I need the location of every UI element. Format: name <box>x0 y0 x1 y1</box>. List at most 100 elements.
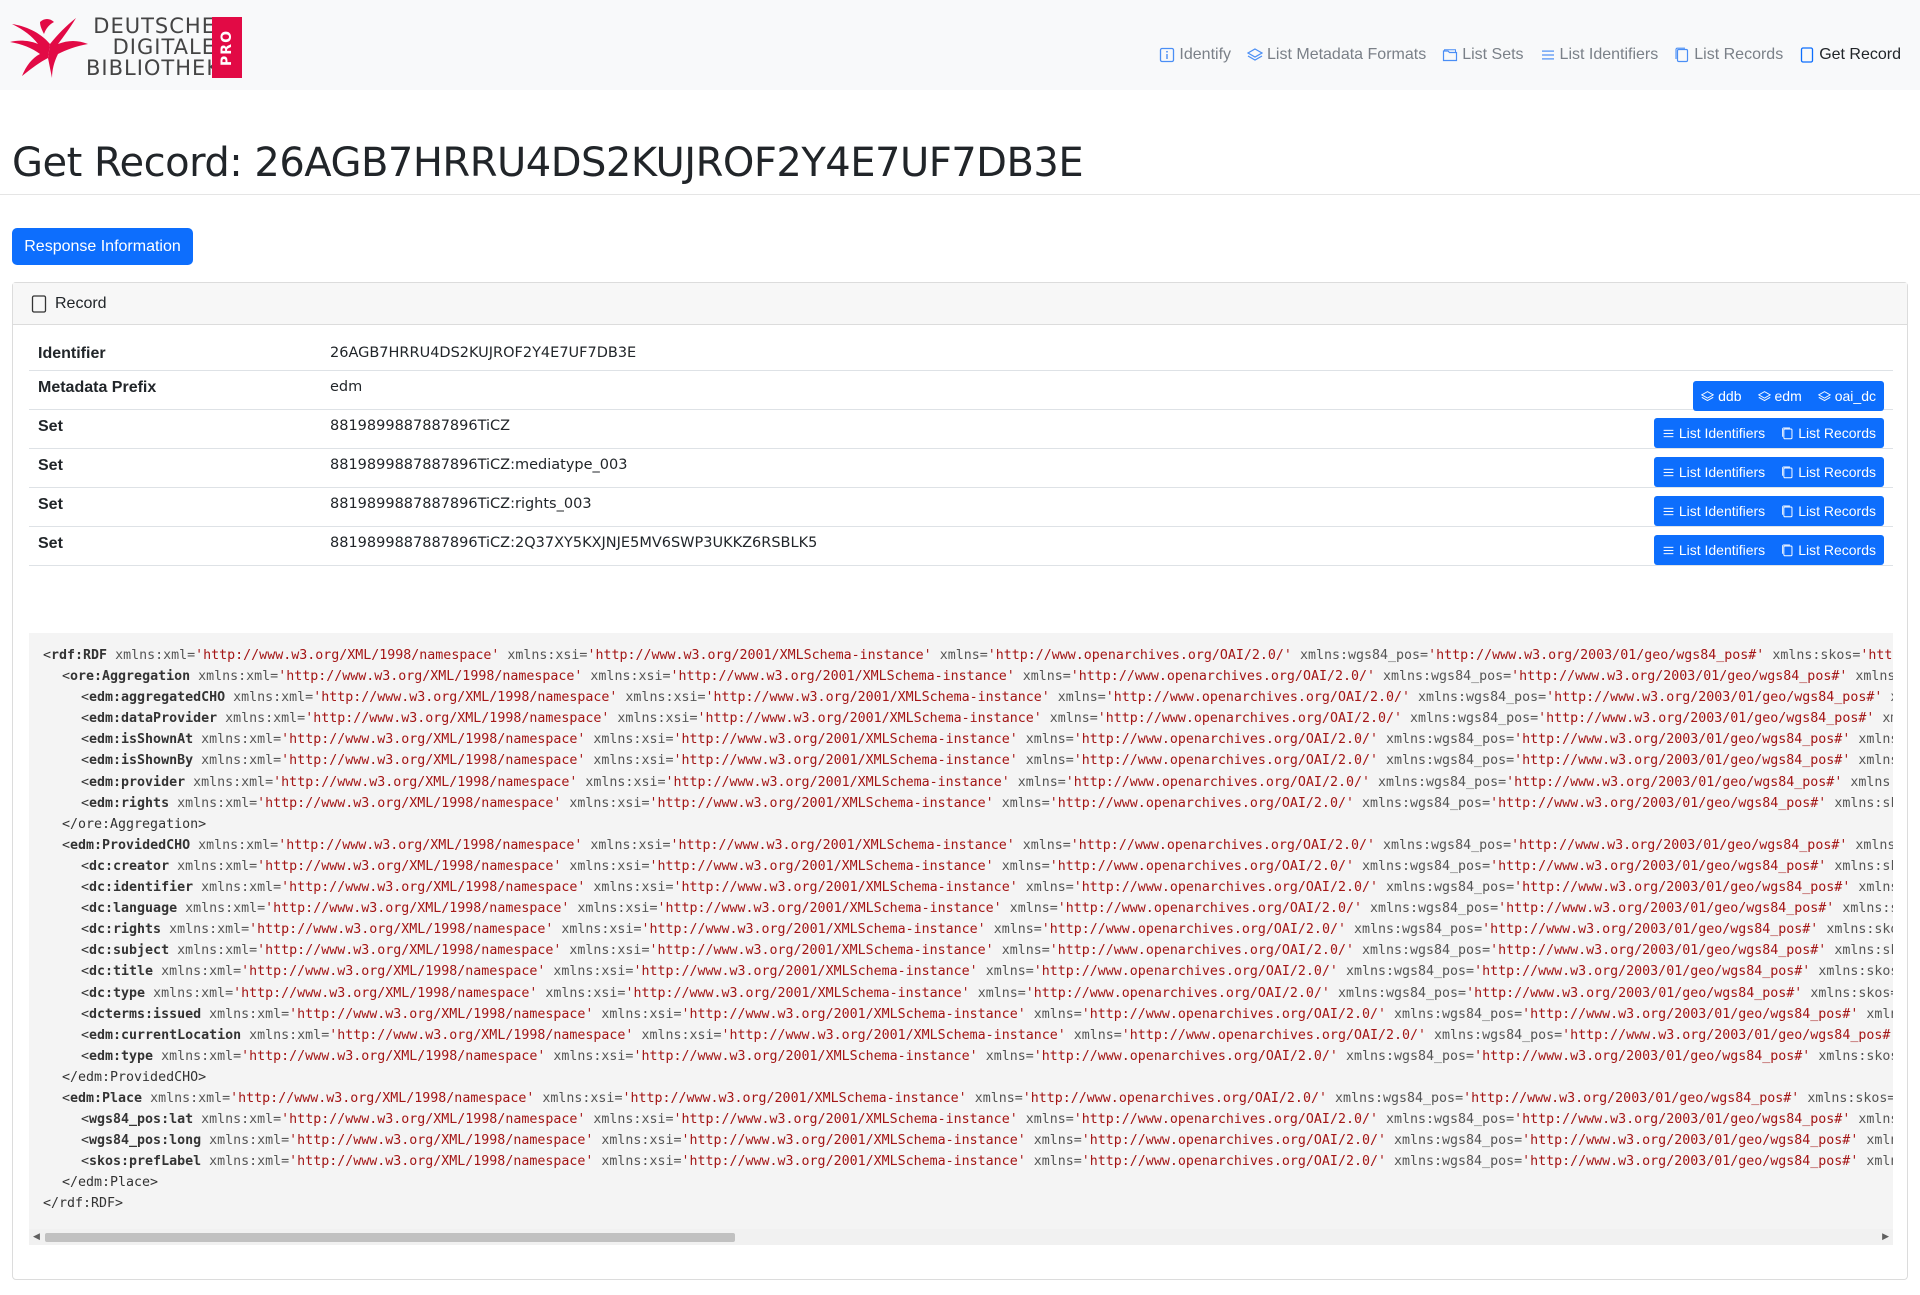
files-icon <box>1781 466 1794 479</box>
xml-line: <dc:type xmlns:xml='http://www.w3.org/XM… <box>81 985 1893 1001</box>
layers-icon <box>1757 390 1771 403</box>
list-records-button[interactable]: List Records <box>1773 457 1884 487</box>
pro-badge: PRO <box>212 17 242 78</box>
format-edm-button[interactable]: edm <box>1749 381 1810 411</box>
xml-line: <edm:rights xmlns:xml='http://www.w3.org… <box>81 795 1893 811</box>
list-identifiers-button[interactable]: List Identifiers <box>1653 535 1774 565</box>
bird-logo-icon <box>10 18 88 78</box>
nav-get-record[interactable]: Get Record <box>1799 44 1901 66</box>
button-label: ddb <box>1718 388 1742 404</box>
response-information-button[interactable]: Response Information <box>12 228 193 265</box>
row-actions: List Identifiers List Records <box>1653 457 1884 487</box>
button-label: List Records <box>1798 503 1876 519</box>
info-square-icon <box>1159 47 1175 63</box>
xml-line: <dc:subject xmlns:xml='http://www.w3.org… <box>81 943 1893 959</box>
file-icon <box>31 294 47 313</box>
scroll-right-icon[interactable]: ▶ <box>1882 1231 1889 1242</box>
xml-line: </edm:Place> <box>62 1175 159 1191</box>
xml-line: <skos:prefLabel xmlns:xml='http://www.w3… <box>81 1154 1893 1170</box>
button-label: List Records <box>1798 542 1876 558</box>
record-info-table: Identifier 26AGB7HRRU4DS2KUJROF2Y4E7UF7DB… <box>29 339 1893 566</box>
nav-label: Identify <box>1179 46 1232 63</box>
xml-line: <edm:type xmlns:xml='http://www.w3.org/X… <box>81 1048 1893 1064</box>
nav-label: Get Record <box>1819 46 1901 63</box>
record-info-row: Set 8819899887887896TiCZ:mediatype_003 Lis… <box>29 449 1893 488</box>
record-info-row: Set 8819899887887896TiCZ:2Q37XY5KXJNJE5MV… <box>29 527 1893 566</box>
xml-line: <rdf:RDF xmlns:xml='http://www.w3.org/XM… <box>43 648 1893 663</box>
main-nav: Identify List Metadata Formats List Sets Li… <box>1159 44 1901 66</box>
list-icon <box>1662 427 1675 440</box>
nav-list-sets[interactable]: List Sets <box>1442 44 1524 66</box>
nav-list-records[interactable]: List Records <box>1674 44 1783 66</box>
button-label: List Identifiers <box>1678 464 1766 480</box>
row-value: edm <box>330 379 363 395</box>
record-info-row: Set 8819899887887896TiCZ:rights_003 List I… <box>29 488 1893 527</box>
button-label: List Identifiers <box>1678 542 1766 558</box>
list-identifiers-button[interactable]: List Identifiers <box>1653 496 1774 526</box>
files-icon <box>1781 427 1794 440</box>
row-label: Set <box>38 418 63 435</box>
button-label: List Records <box>1798 464 1876 480</box>
button-label: edm <box>1774 388 1802 404</box>
list-icon <box>1662 505 1675 518</box>
row-label: Set <box>38 496 63 513</box>
row-value: 8819899887887896TiCZ:mediatype_003 <box>330 457 628 473</box>
scroll-left-icon[interactable]: ◀ <box>33 1231 40 1242</box>
format-ddb-button[interactable]: ddb <box>1693 381 1750 411</box>
button-label: List Records <box>1798 425 1876 441</box>
list-records-button[interactable]: List Records <box>1773 535 1884 565</box>
card-header: Record <box>13 283 1907 325</box>
title-divider <box>0 194 1920 195</box>
row-actions: List Identifiers List Records <box>1653 535 1884 565</box>
nav-list-metadata-formats[interactable]: List Metadata Formats <box>1247 44 1426 66</box>
record-info-row: Set 8819899887887896TiCZ List Identifiers L… <box>29 410 1893 449</box>
row-actions: ddb edm oai_dc <box>1693 381 1884 411</box>
row-label: Set <box>38 457 63 474</box>
xml-line: <dc:identifier xmlns:xml='http://www.w3.… <box>81 880 1893 896</box>
xml-line: <dc:rights xmlns:xml='http://www.w3.org/… <box>81 922 1893 938</box>
nav-list-identifiers[interactable]: List Identifiers <box>1540 44 1659 66</box>
record-info-row: Identifier 26AGB7HRRU4DS2KUJROF2Y4E7UF7DB… <box>29 339 1893 371</box>
xml-record-viewer[interactable]: <rdf:RDF xmlns:xml='http://www.w3.org/XM… <box>29 633 1893 1245</box>
record-info-row: Metadata Prefix edm ddb edm oai_dc <box>29 371 1893 411</box>
xml-line: <edm:isShownBy xmlns:xml='http://www.w3.… <box>81 753 1893 769</box>
list-identifiers-button[interactable]: List Identifiers <box>1653 418 1774 448</box>
xml-line: </ore:Aggregation> <box>62 816 207 832</box>
row-label: Set <box>38 535 63 552</box>
list-records-button[interactable]: List Records <box>1773 418 1884 448</box>
list-icon <box>1540 47 1556 63</box>
xml-line: <edm:currentLocation xmlns:xml='http://w… <box>81 1027 1893 1043</box>
ddb-pro-logo[interactable]: DEUTSCHE DIGITALE BIBLIOTHEK PRO <box>10 14 250 80</box>
xml-line: <dcterms:issued xmlns:xml='http://www.w3… <box>81 1006 1893 1022</box>
xml-line: <dc:title xmlns:xml='http://www.w3.org/X… <box>81 964 1893 980</box>
row-value: 26AGB7HRRU4DS2KUJROF2Y4E7UF7DB3E <box>330 345 637 361</box>
row-label: Identifier <box>38 345 106 362</box>
files-icon <box>1674 47 1690 63</box>
xml-code: <rdf:RDF xmlns:xml='http://www.w3.org/XM… <box>43 645 1893 1215</box>
row-label: Metadata Prefix <box>38 379 157 396</box>
scrollbar-thumb[interactable] <box>45 1233 735 1242</box>
xml-line: <wgs84_pos:long xmlns:xml='http://www.w3… <box>81 1133 1893 1149</box>
row-value: 8819899887887896TiCZ <box>330 418 511 434</box>
list-identifiers-button[interactable]: List Identifiers <box>1653 457 1774 487</box>
xml-line: <wgs84_pos:lat xmlns:xml='http://www.w3.… <box>81 1112 1893 1128</box>
record-card: Record Identifier 26AGB7HRRU4DS2KUJROF2Y4… <box>12 282 1908 1280</box>
folder-icon <box>1442 47 1458 63</box>
xml-line: <edm:dataProvider xmlns:xml='http://www.… <box>81 711 1893 727</box>
files-icon <box>1781 544 1794 557</box>
nav-identify[interactable]: Identify <box>1159 44 1231 66</box>
list-icon <box>1662 466 1675 479</box>
nav-label: List Metadata Formats <box>1267 46 1427 63</box>
button-label: List Identifiers <box>1678 425 1766 441</box>
list-records-button[interactable]: List Records <box>1773 496 1884 526</box>
row-value: 8819899887887896TiCZ:rights_003 <box>330 496 592 512</box>
format-oai-dc-button[interactable]: oai_dc <box>1809 381 1884 411</box>
xml-line: <edm:aggregatedCHO xmlns:xml='http://www… <box>81 690 1893 706</box>
layers-icon <box>1247 47 1264 63</box>
card-title: Record <box>55 294 107 312</box>
xml-line: <edm:provider xmlns:xml='http://www.w3.o… <box>81 774 1893 790</box>
xml-line: <edm:Place xmlns:xml='http://www.w3.org/… <box>62 1090 1893 1106</box>
logo-wordmark: DEUTSCHE DIGITALE BIBLIOTHEK <box>86 14 222 80</box>
nav-label: List Identifiers <box>1559 46 1659 63</box>
horizontal-scrollbar[interactable]: ◀ ▶ <box>29 1229 1893 1245</box>
